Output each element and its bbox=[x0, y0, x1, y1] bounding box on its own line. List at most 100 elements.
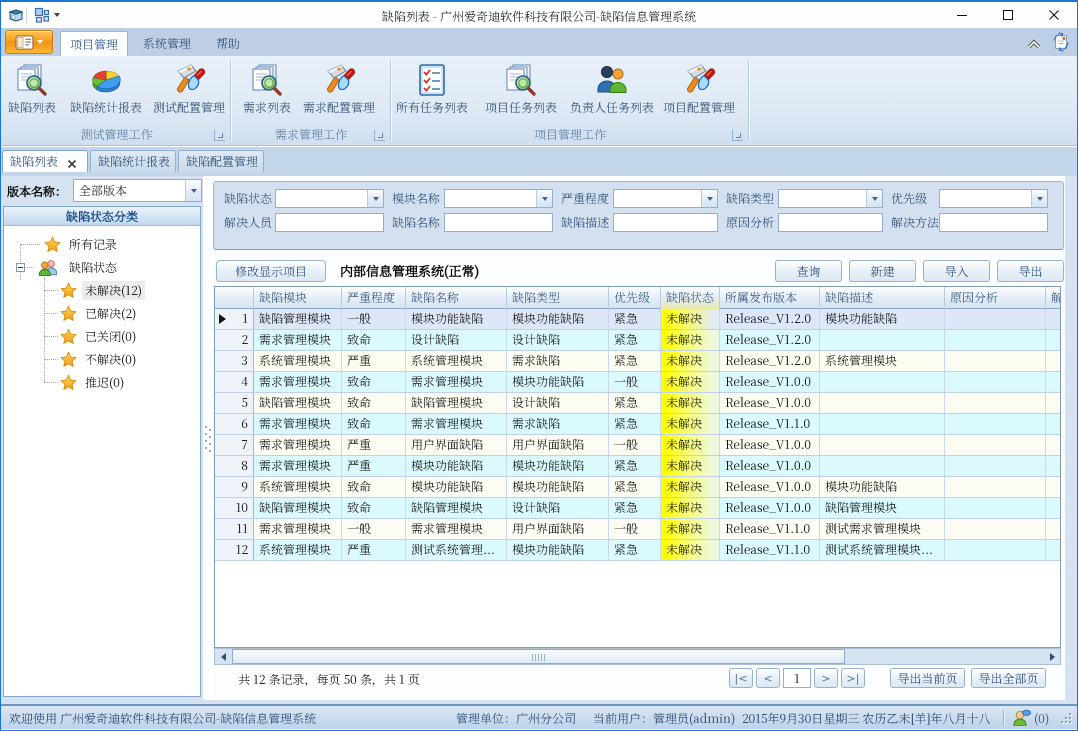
grid-cell-11-6[interactable]: Release_V1.1.0 bbox=[720, 540, 820, 560]
grid-cell-3-9[interactable] bbox=[1046, 372, 1061, 392]
grid-cell-7-5[interactable]: 未解决 bbox=[661, 456, 720, 476]
document-tab-0[interactable]: 缺陷列表 bbox=[2, 150, 88, 172]
document-tab-1[interactable]: 缺陷统计报表 bbox=[90, 150, 176, 172]
grid-cell-6-0[interactable]: 需求管理模块 bbox=[254, 435, 342, 455]
page-number-input[interactable] bbox=[783, 668, 811, 688]
grid-cell-11-4[interactable]: 紧急 bbox=[609, 540, 661, 560]
grid-row-9[interactable]: 10 缺陷管理模块 致命 缺陷管理模块 设计缺陷 紧急 未解决 Release_… bbox=[215, 498, 1061, 519]
grid-header-col-7[interactable]: 缺陷描述 bbox=[820, 287, 945, 309]
grid-header-col-6[interactable]: 所属发布版本 bbox=[720, 287, 820, 309]
query-button[interactable]: 查询 bbox=[775, 260, 842, 282]
grid-row-1[interactable]: 2 需求管理模块 致命 设计缺陷 设计缺陷 紧急 未解决 Release_V1.… bbox=[215, 330, 1061, 351]
grid-cell-5-4[interactable]: 紧急 bbox=[609, 414, 661, 434]
grid-cell-8-8[interactable] bbox=[945, 477, 1046, 497]
grid-cell-11-8[interactable] bbox=[945, 540, 1046, 560]
grid-cell-11-1[interactable]: 严重 bbox=[342, 540, 406, 560]
grid-cell-2-9[interactable] bbox=[1046, 351, 1061, 371]
grid-cell-1-1[interactable]: 致命 bbox=[342, 330, 406, 350]
grid-cell-8-9[interactable] bbox=[1046, 477, 1061, 497]
grid-cell-2-2[interactable]: 系统管理模块 bbox=[406, 351, 507, 371]
application-menu-button[interactable] bbox=[5, 30, 53, 54]
grid-cell-8-1[interactable]: 致命 bbox=[342, 477, 406, 497]
grid-cell-7-2[interactable]: 模块功能缺陷 bbox=[406, 456, 507, 476]
grid-cell-1-5[interactable]: 未解决 bbox=[661, 330, 720, 350]
grid-row-4[interactable]: 5 缺陷管理模块 致命 缺陷管理模块 设计缺陷 紧急 未解决 Release_V… bbox=[215, 393, 1061, 414]
grid-cell-5-7[interactable] bbox=[820, 414, 945, 434]
grid-row-3[interactable]: 4 需求管理模块 致命 需求管理模块 模块功能缺陷 一般 未解决 Release… bbox=[215, 372, 1061, 393]
collapse-ribbon-button[interactable] bbox=[1027, 36, 1041, 53]
grid-row-10[interactable]: 11 需求管理模块 一般 需求管理模块 用户界面缺陷 一般 未解决 Releas… bbox=[215, 519, 1061, 540]
grid-row-8[interactable]: 9 系统管理模块 致命 模块功能缺陷 模块功能缺陷 紧急 未解决 Release… bbox=[215, 477, 1061, 498]
grid-cell-5-8[interactable] bbox=[945, 414, 1046, 434]
grid-cell-7-1[interactable]: 严重 bbox=[342, 456, 406, 476]
ribbon-tab-1[interactable]: 系统管理 bbox=[134, 31, 200, 56]
grid-cell-5-2[interactable]: 需求管理模块 bbox=[406, 414, 507, 434]
grid-cell-0-8[interactable] bbox=[945, 309, 1046, 329]
messages-button[interactable] bbox=[1013, 709, 1031, 730]
grid-cell-3-3[interactable]: 模块功能缺陷 bbox=[507, 372, 609, 392]
grid-header-col-9[interactable]: 解决方法 bbox=[1046, 287, 1061, 309]
combo-dropdown-button[interactable] bbox=[185, 180, 201, 201]
grid-cell-1-2[interactable]: 设计缺陷 bbox=[406, 330, 507, 350]
grid-cell-3-2[interactable]: 需求管理模块 bbox=[406, 372, 507, 392]
filter-combo-row1-1[interactable] bbox=[444, 189, 553, 208]
grid-header-col-4[interactable]: 优先级 bbox=[609, 287, 661, 309]
grid-cell-3-7[interactable] bbox=[820, 372, 945, 392]
grid-header-col-0[interactable]: 缺陷模块 bbox=[254, 287, 342, 309]
last-page-button[interactable]: >| bbox=[841, 668, 865, 688]
tree-item-1[interactable]: 缺陷状态 bbox=[4, 256, 201, 279]
grid-cell-5-9[interactable] bbox=[1046, 414, 1061, 434]
grid-cell-0-9[interactable] bbox=[1046, 309, 1061, 329]
filter-combo-row1-0[interactable] bbox=[275, 189, 384, 208]
grid-cell-10-7[interactable]: 测试需求管理模块 bbox=[820, 519, 945, 539]
grid-cell-3-5[interactable]: 未解决 bbox=[661, 372, 720, 392]
grid-cell-1-8[interactable] bbox=[945, 330, 1046, 350]
grid-cell-10-4[interactable]: 一般 bbox=[609, 519, 661, 539]
new-button[interactable]: 新建 bbox=[849, 260, 916, 282]
grid-cell-1-3[interactable]: 设计缺陷 bbox=[507, 330, 609, 350]
grid-cell-1-0[interactable]: 需求管理模块 bbox=[254, 330, 342, 350]
tree-collapse-icon[interactable] bbox=[16, 263, 25, 272]
export-current-page-button[interactable]: 导出当前页 bbox=[890, 668, 965, 688]
grid-cell-5-3[interactable]: 需求缺陷 bbox=[507, 414, 609, 434]
grid-cell-4-1[interactable]: 致命 bbox=[342, 393, 406, 413]
grid-cell-10-5[interactable]: 未解决 bbox=[661, 519, 720, 539]
filter-input-row2-1[interactable] bbox=[444, 213, 553, 232]
grid-header-col-3[interactable]: 缺陷类型 bbox=[507, 287, 609, 309]
grid-cell-8-5[interactable]: 未解决 bbox=[661, 477, 720, 497]
grid-cell-0-0[interactable]: 缺陷管理模块 bbox=[254, 309, 342, 329]
grid-cell-11-3[interactable]: 模块功能缺陷 bbox=[507, 540, 609, 560]
grid-cell-2-1[interactable]: 严重 bbox=[342, 351, 406, 371]
grid-cell-8-7[interactable]: 模块功能缺陷 bbox=[820, 477, 945, 497]
next-page-button[interactable]: > bbox=[814, 668, 838, 688]
combo-dropdown-button[interactable] bbox=[701, 190, 717, 207]
grid-cell-11-5[interactable]: 未解决 bbox=[661, 540, 720, 560]
tab-close-button[interactable] bbox=[66, 155, 79, 168]
grid-cell-10-8[interactable] bbox=[945, 519, 1046, 539]
grid-cell-4-3[interactable]: 设计缺陷 bbox=[507, 393, 609, 413]
combo-dropdown-button[interactable] bbox=[367, 190, 383, 207]
combo-dropdown-button[interactable] bbox=[1031, 190, 1047, 207]
grid-cell-0-4[interactable]: 紧急 bbox=[609, 309, 661, 329]
grid-cell-10-6[interactable]: Release_V1.1.0 bbox=[720, 519, 820, 539]
export-all-pages-button[interactable]: 导出全部页 bbox=[971, 668, 1046, 688]
grid-cell-5-0[interactable]: 需求管理模块 bbox=[254, 414, 342, 434]
grid-cell-9-7[interactable]: 缺陷管理模块 bbox=[820, 498, 945, 518]
grid-header-col-8[interactable]: 原因分析 bbox=[945, 287, 1046, 309]
prev-page-button[interactable]: < bbox=[756, 668, 780, 688]
grid-cell-7-4[interactable]: 紧急 bbox=[609, 456, 661, 476]
grid-cell-0-6[interactable]: Release_V1.2.0 bbox=[720, 309, 820, 329]
grid-cell-5-1[interactable]: 致命 bbox=[342, 414, 406, 434]
grid-cell-1-9[interactable] bbox=[1046, 330, 1061, 350]
grid-row-7[interactable]: 8 需求管理模块 严重 模块功能缺陷 模块功能缺陷 紧急 未解决 Release… bbox=[215, 456, 1061, 477]
export-button[interactable]: 导出 bbox=[997, 260, 1064, 282]
filter-input-row2-2[interactable] bbox=[613, 213, 718, 232]
horizontal-scrollbar[interactable] bbox=[214, 648, 1061, 665]
grid-cell-5-5[interactable]: 未解决 bbox=[661, 414, 720, 434]
grid-row-2[interactable]: 3 系统管理模块 严重 系统管理模块 需求缺陷 紧急 未解决 Release_V… bbox=[215, 351, 1061, 372]
grid-cell-2-0[interactable]: 系统管理模块 bbox=[254, 351, 342, 371]
grid-cell-10-3[interactable]: 用户界面缺陷 bbox=[507, 519, 609, 539]
grid-cell-11-0[interactable]: 系统管理模块 bbox=[254, 540, 342, 560]
tree-item-5[interactable]: 不解决(0) bbox=[4, 348, 201, 371]
tree-item-3[interactable]: 已解决(2) bbox=[4, 302, 201, 325]
